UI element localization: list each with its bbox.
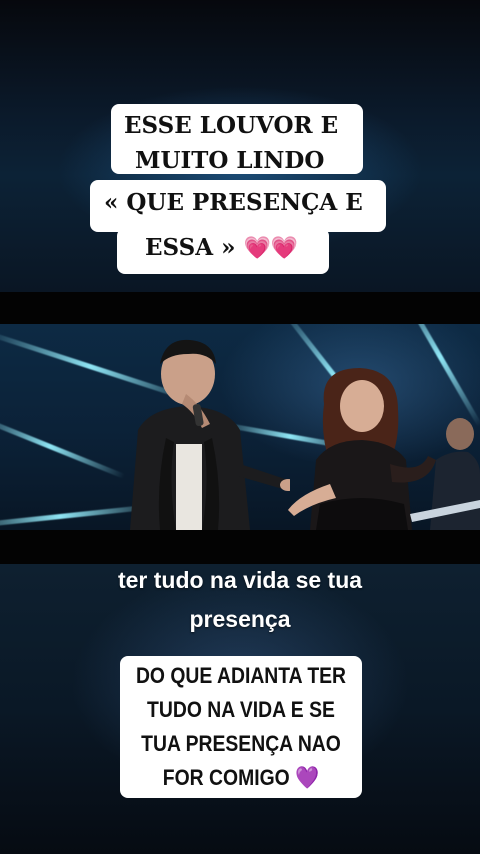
top-caption-line-3: « QUE PRESENÇA E xyxy=(104,189,363,216)
subtitle-line-2: presença xyxy=(189,606,291,632)
singer-male-figure xyxy=(130,339,290,530)
top-caption-line-2: MUITO LINDO xyxy=(135,147,325,174)
bottom-caption-line-2: TUDO NA VIDA E SE xyxy=(147,697,335,722)
purple-heart-icon: 💜 xyxy=(295,766,320,791)
guitarist-figure xyxy=(410,418,480,530)
letterbox-bar-bottom xyxy=(0,530,480,564)
bottom-caption-line-1: DO QUE ADIANTA TER xyxy=(135,663,347,688)
letterbox-bar-top xyxy=(0,292,480,324)
video-frame[interactable] xyxy=(0,324,480,530)
stage-light-beam xyxy=(0,414,126,479)
bottom-caption-line-3: TUA PRESENÇA NAO xyxy=(141,731,341,756)
top-caption-line-4-text: ESSA » xyxy=(145,234,236,261)
bottom-caption-box: DO QUE ADIANTA TER TUDO NA VIDA E SE TUA… xyxy=(120,656,362,798)
heart-emoji-icon: 💗💗 xyxy=(243,236,299,261)
bottom-caption-line-4-text: FOR COMIGO xyxy=(162,765,290,790)
bottom-caption-line-4: FOR COMIGO 💜 xyxy=(135,762,348,794)
top-caption-line-1: ESSE LOUVOR E xyxy=(124,112,339,139)
top-caption-line-4: ESSA » 💗💗 xyxy=(145,233,298,264)
subtitle-line-1: ter tudo na vida se tua xyxy=(117,567,363,593)
